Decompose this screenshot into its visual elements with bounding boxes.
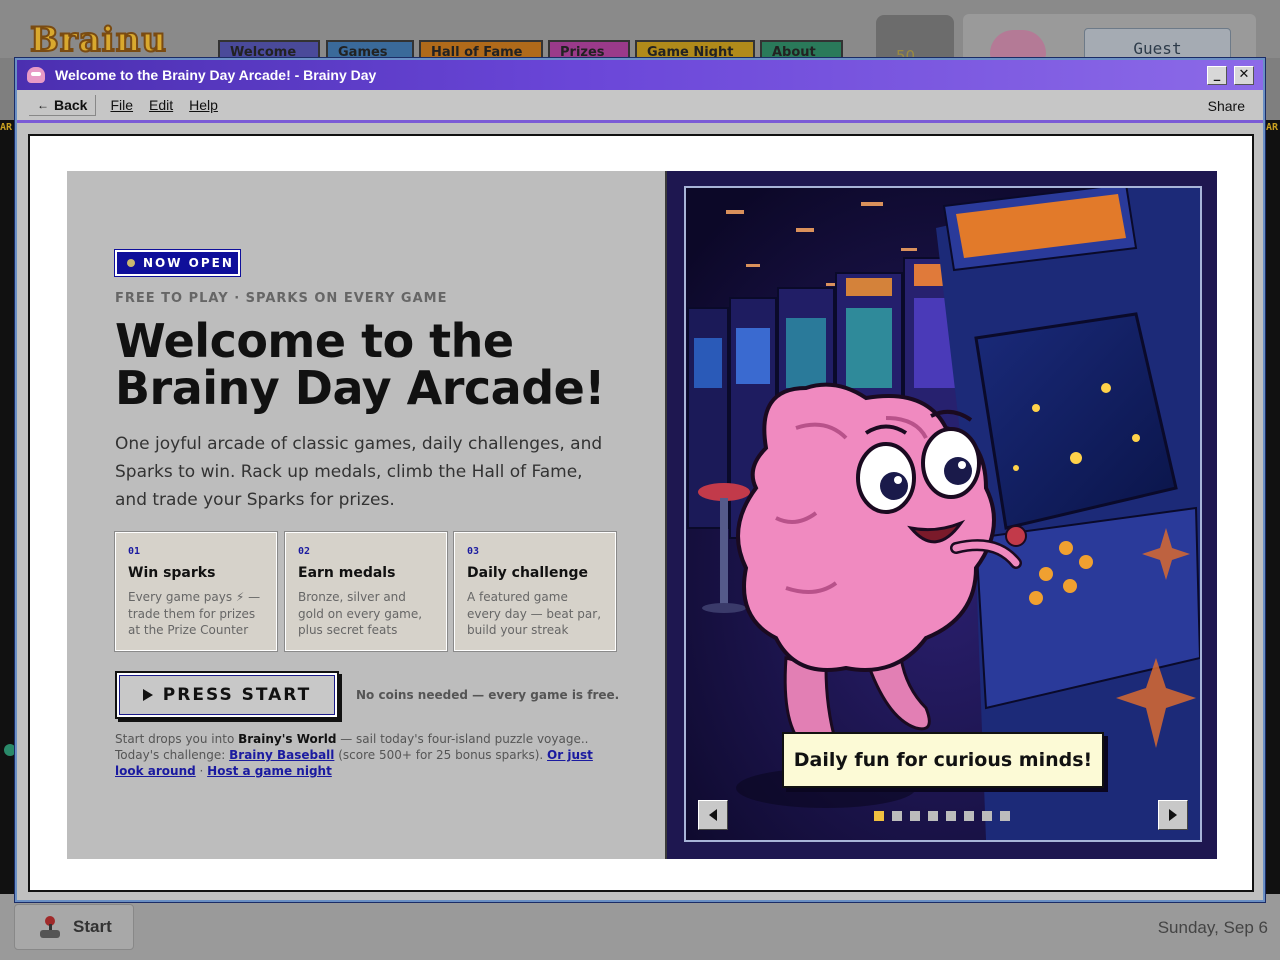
carousel-caption: Daily fun for curious minds! [782, 732, 1104, 788]
footnote-separator: · [195, 764, 208, 778]
back-arrow-icon: ← [37, 97, 49, 112]
feature-card-medals: 02 Earn medals Bronze, silver and gold o… [284, 531, 448, 652]
background-left-edge [0, 120, 16, 895]
card-description: A featured game every day — beat par, bu… [467, 590, 602, 637]
headline-line-2: Brainy Day Arcade! [115, 361, 605, 415]
carousel-dot-2[interactable] [892, 811, 902, 821]
badge-dot-icon [127, 259, 135, 267]
hero-image-panel: Daily fun for curious minds! [665, 171, 1217, 859]
carousel-dots [874, 811, 1010, 821]
minimize-button[interactable]: _ [1207, 66, 1227, 85]
background-strip-left: AR [0, 122, 13, 133]
menubar: ← Back File Edit Help Share [17, 90, 1263, 123]
card-description: Bronze, silver and gold on every game, p… [298, 590, 423, 637]
feature-card-daily: 03 Daily challenge A featured game every… [453, 531, 617, 652]
back-label: Back [54, 96, 88, 113]
play-icon [142, 689, 153, 701]
start-label: Start [73, 917, 112, 936]
card-number: 03 [467, 546, 480, 557]
joystick-icon [39, 916, 61, 938]
card-number: 01 [128, 546, 141, 557]
hero-headline: Welcome to the Brainy Day Arcade! [115, 318, 635, 412]
window-titlebar[interactable]: Welcome to the Brainy Day Arcade! - Brai… [17, 60, 1263, 90]
now-open-badge: NOW OPEN [114, 249, 241, 277]
feature-card-sparks: 01 Win sparks Every game pays ⚡ — trade … [114, 531, 278, 652]
close-button[interactable]: ✕ [1234, 66, 1254, 85]
footnote-text: Start drops you into [115, 732, 239, 746]
press-start-button[interactable]: PRESS START [115, 671, 339, 719]
no-coins-note: No coins needed — every game is free. [356, 688, 620, 702]
carousel-dot-6[interactable] [964, 811, 974, 821]
card-number: 02 [298, 546, 311, 557]
chevron-left-icon [709, 809, 717, 821]
carousel-frame: Daily fun for curious minds! [684, 186, 1202, 842]
background-strip-right: AR [1266, 122, 1279, 133]
taskbar-date: Sunday, Sep 6 [1157, 918, 1268, 937]
taskbar: Start Sunday, Sep 6 [0, 894, 1280, 960]
welcome-window: Welcome to the Brainy Day Arcade! - Brai… [15, 58, 1265, 902]
background-logo: Brainu [29, 19, 168, 61]
badge-label: NOW OPEN [143, 256, 234, 270]
hero-intro: One joyful arcade of classic games, dail… [115, 434, 603, 510]
share-button[interactable]: Share [1208, 98, 1245, 114]
menu-help-label: Help [189, 97, 218, 113]
chevron-right-icon [1169, 809, 1177, 821]
back-button[interactable]: ← Back [29, 94, 97, 116]
menu-help[interactable]: Help [189, 97, 218, 113]
footnote-text: (score 500+ for 25 bonus sparks). [334, 748, 548, 762]
background-right-edge [1264, 120, 1280, 895]
hero-footnote: Start drops you into Brainy's World — sa… [115, 731, 595, 779]
carousel-dot-8[interactable] [1000, 811, 1010, 821]
card-title: Daily challenge [467, 565, 588, 581]
menu-edit[interactable]: Edit [149, 97, 173, 113]
carousel-prev-button[interactable] [698, 800, 728, 830]
footnote-world-name: Brainy's World [238, 732, 337, 746]
brain-app-icon [27, 67, 45, 83]
menu-edit-label: Edit [149, 97, 174, 113]
menu-file-label: File [110, 97, 134, 113]
menu-file[interactable]: File [110, 97, 133, 113]
hero-eyebrow: FREE TO PLAY · SPARKS ON EVERY GAME [115, 291, 448, 306]
carousel-dot-1[interactable] [874, 811, 884, 821]
card-description: Every game pays ⚡ — trade them for prize… [128, 590, 261, 637]
headline-line-1: Welcome to the [115, 314, 514, 368]
start-button[interactable]: Start [14, 904, 134, 950]
carousel-next-button[interactable] [1158, 800, 1188, 830]
card-title: Earn medals [298, 565, 396, 581]
carousel-dot-3[interactable] [910, 811, 920, 821]
window-title: Welcome to the Brainy Day Arcade! - Brai… [55, 67, 377, 83]
brainy-baseball-link[interactable]: Brainy Baseball [229, 748, 334, 762]
window-content: NOW OPEN FREE TO PLAY · SPARKS ON EVERY … [28, 134, 1254, 892]
hero-text-panel: NOW OPEN FREE TO PLAY · SPARKS ON EVERY … [67, 171, 665, 859]
press-start-label: PRESS START [162, 685, 312, 705]
carousel-dot-5[interactable] [946, 811, 956, 821]
carousel-dot-7[interactable] [982, 811, 992, 821]
card-title: Win sparks [128, 565, 216, 581]
hero-section: NOW OPEN FREE TO PLAY · SPARKS ON EVERY … [67, 171, 1217, 859]
carousel-dot-4[interactable] [928, 811, 938, 821]
host-game-night-link[interactable]: Host a game night [207, 764, 332, 778]
